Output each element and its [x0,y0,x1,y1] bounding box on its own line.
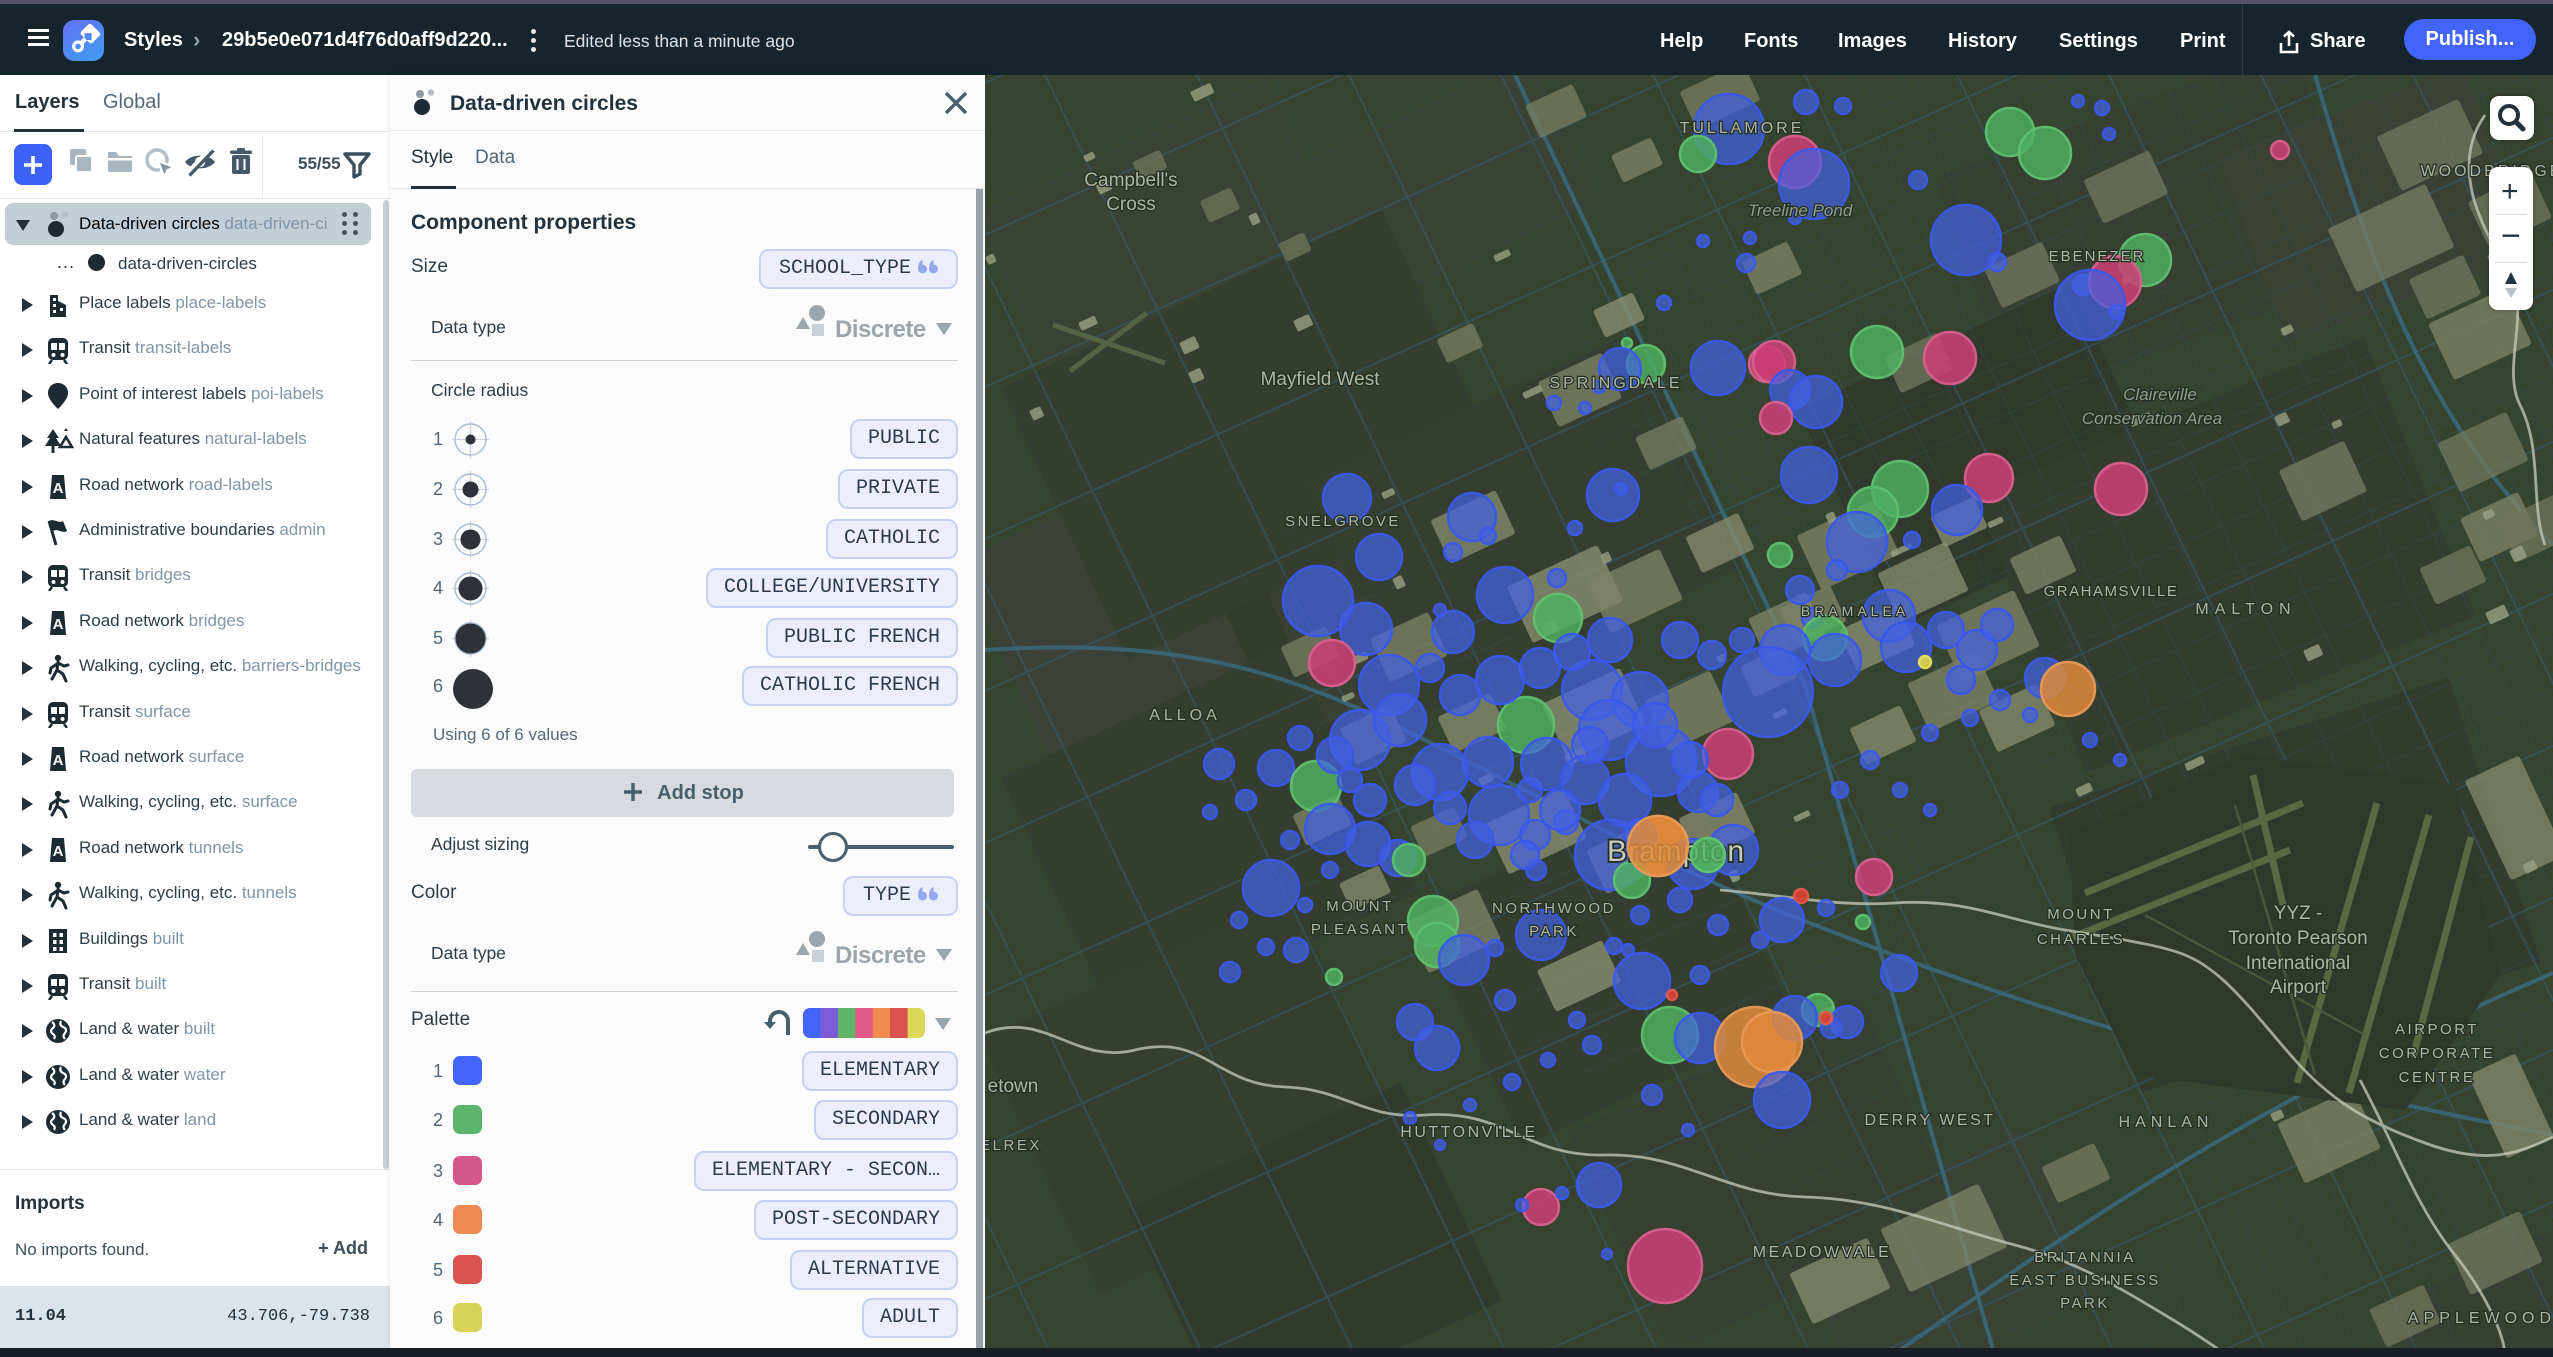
svg-text:DERRY WEST: DERRY WEST [1864,1112,1995,1129]
svg-text:CHARLES: CHARLES [2037,931,2125,948]
svg-text:EAST BUSINESS: EAST BUSINESS [2009,1272,2160,1289]
svg-text:A: A [53,616,64,633]
svg-text:WOODBRIDGE: WOODBRIDGE [2421,163,2553,180]
svg-text:Claireville: Claireville [2123,385,2197,404]
svg-text:MEADOWVALE: MEADOWVALE [1753,1244,1892,1261]
svg-text:CENTRE: CENTRE [2399,1069,2476,1086]
svg-text:ELREX: ELREX [985,1137,1042,1154]
svg-text:Treeline Pond: Treeline Pond [1748,201,1853,220]
svg-text:Campbell's: Campbell's [1084,170,1177,191]
svg-text:BRITANNIA: BRITANNIA [2034,1249,2135,1266]
svg-text:YYZ -: YYZ - [2274,903,2323,924]
svg-text:APPLEWOOD: APPLEWOOD [2408,1310,2553,1327]
svg-text:A: A [53,480,64,497]
svg-text:Mayfield West: Mayfield West [1261,369,1381,390]
svg-text:Toronto Pearson: Toronto Pearson [2228,928,2367,949]
svg-text:CORPORATE: CORPORATE [2379,1045,2495,1062]
svg-text:MOUNT: MOUNT [2047,906,2115,923]
svg-text:EBENEZER: EBENEZER [2049,248,2146,265]
svg-text:BRAMALEA: BRAMALEA [1801,603,1909,619]
svg-text:PLEASANT: PLEASANT [1311,921,1409,938]
svg-text:MALTON: MALTON [2195,601,2296,618]
svg-text:A: A [53,752,64,769]
svg-text:HUTTONVILLE: HUTTONVILLE [1400,1124,1537,1141]
svg-text:PARK: PARK [2060,1295,2110,1312]
svg-text:PARK: PARK [1529,923,1579,940]
svg-text:ALLOA: ALLOA [1149,707,1221,724]
svg-text:NORTHWOOD: NORTHWOOD [1492,900,1616,917]
svg-text:SNELGROVE: SNELGROVE [1285,513,1401,530]
svg-text:International: International [2246,953,2351,974]
svg-text:MOUNT: MOUNT [1326,898,1394,915]
svg-text:AIRPORT: AIRPORT [2395,1021,2479,1038]
svg-text:GRAHAMSVILLE: GRAHAMSVILLE [2044,583,2179,600]
svg-text:Cross: Cross [1106,194,1156,215]
svg-text:SPRINGDALE: SPRINGDALE [1549,375,1682,392]
svg-text:A: A [53,843,64,860]
svg-text:Airport: Airport [2270,977,2327,998]
svg-text:TULLAMORE: TULLAMORE [1680,120,1805,137]
svg-text:HANLAN: HANLAN [2119,1114,2214,1131]
svg-text:Conservation Area: Conservation Area [2082,409,2222,428]
svg-text:etown: etown [988,1076,1039,1097]
